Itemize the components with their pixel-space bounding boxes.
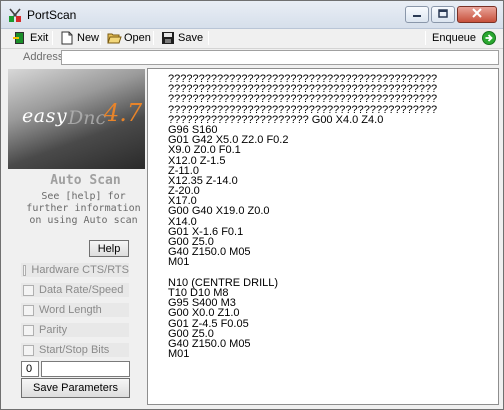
editor-line: G00 G40 X19.0 Z0.0 [168, 205, 270, 218]
logo-dnc-text: Dnc [68, 107, 107, 129]
easydnc-logo: easy Dnc 4.7 [8, 69, 145, 169]
window-title: PortScan [27, 8, 77, 22]
maximize-button[interactable] [431, 6, 455, 23]
new-button[interactable]: New [60, 29, 99, 47]
parameter-number-field[interactable]: 0 [21, 361, 39, 377]
toolbar-separator [425, 31, 426, 45]
option-parity[interactable]: Parity [21, 323, 129, 337]
minimize-icon [412, 9, 422, 21]
logo-version-text: 4.7 [104, 99, 143, 127]
portscan-app-icon [7, 7, 23, 23]
toolbar-separator [100, 31, 101, 45]
editor-line: M01 [168, 348, 190, 361]
exit-label: Exit [30, 32, 49, 44]
option-label: Data Rate/Speed [39, 284, 124, 296]
floppy-disk-icon [161, 31, 175, 45]
option-word-length[interactable]: Word Length [21, 303, 129, 317]
autoscan-help-line: See [help] for [41, 191, 126, 202]
option-label: Start/Stop Bits [39, 344, 110, 356]
title-bar[interactable]: PortScan [1, 1, 503, 29]
editor-line: X9.0 Z0.0 F0.1 [168, 144, 241, 157]
editor-text: ????????????????????????????????????????… [168, 73, 437, 361]
option-label: Word Length [39, 304, 102, 316]
editor-line: X12.0 Z-1.5 [168, 154, 226, 167]
open-folder-icon [107, 31, 122, 45]
checkbox[interactable] [23, 344, 34, 356]
enqueue-button[interactable]: Enqueue [432, 29, 497, 47]
editor-line: M01 [168, 256, 190, 269]
parameter-text-field[interactable] [41, 361, 130, 377]
autoscan-help-line: further information [26, 203, 141, 214]
address-bar: Address [1, 48, 503, 66]
window-controls [405, 6, 497, 23]
close-icon [471, 8, 483, 21]
close-button[interactable] [457, 6, 497, 23]
editor-line: G00 X0.0 Z1.0 [168, 307, 240, 320]
toolbar: Exit New Open Save Enqueue [1, 29, 503, 47]
minimize-button[interactable] [405, 6, 429, 23]
new-label: New [77, 32, 100, 44]
toolbar-separator [153, 31, 154, 45]
editor-line: X12.35 Z-14.0 [168, 174, 238, 187]
toolbar-separator [208, 31, 209, 45]
portscan-window: PortScan Exit New Open Save Enqueue Addr… [0, 0, 504, 410]
help-button[interactable]: Help [89, 240, 129, 257]
exit-icon [13, 31, 27, 45]
gcode-editor[interactable]: ????????????????????????????????????????… [147, 68, 499, 405]
enqueue-label: Enqueue [432, 32, 477, 44]
open-label: Open [124, 32, 151, 44]
save-parameters-button[interactable]: Save Parameters [21, 378, 130, 398]
checkbox[interactable] [23, 304, 34, 316]
checkbox[interactable] [23, 324, 34, 336]
editor-line: Z-20.0 [168, 185, 200, 198]
option-hardware-cts-rts[interactable]: Hardware CTS/RTS [21, 263, 129, 277]
logo-easy-text: easy [22, 105, 68, 127]
open-button[interactable]: Open [107, 29, 151, 47]
autoscan-help-line: on using Auto scan [29, 215, 138, 226]
editor-line: G40 Z150.0 M05 [168, 246, 251, 259]
editor-line: G40 Z150.0 M05 [168, 337, 251, 350]
autoscan-section: Auto Scan See [help] for further informa… [8, 173, 145, 227]
green-arrow-icon [482, 31, 497, 45]
toolbar-separator [52, 31, 53, 45]
checkbox[interactable] [23, 284, 34, 296]
maximize-icon [438, 8, 448, 21]
option-label: Parity [39, 324, 68, 336]
new-document-icon [60, 31, 74, 45]
option-start-stop-bits[interactable]: Start/Stop Bits [21, 343, 129, 357]
address-label: Address [23, 51, 64, 63]
save-label: Save [178, 32, 204, 44]
exit-button[interactable]: Exit [13, 29, 48, 47]
address-input[interactable] [61, 50, 499, 65]
option-label: Hardware CTS/RTS [31, 264, 129, 276]
checkbox[interactable] [23, 264, 27, 276]
save-button[interactable]: Save [161, 29, 203, 47]
autoscan-title: Auto Scan [50, 173, 121, 188]
left-panel: easy Dnc 4.7 Auto Scan See [help] for fu… [8, 69, 145, 403]
autoscan-help-text: See [help] for further information on us… [22, 191, 145, 227]
option-data-rate-speed[interactable]: Data Rate/Speed [21, 283, 129, 297]
